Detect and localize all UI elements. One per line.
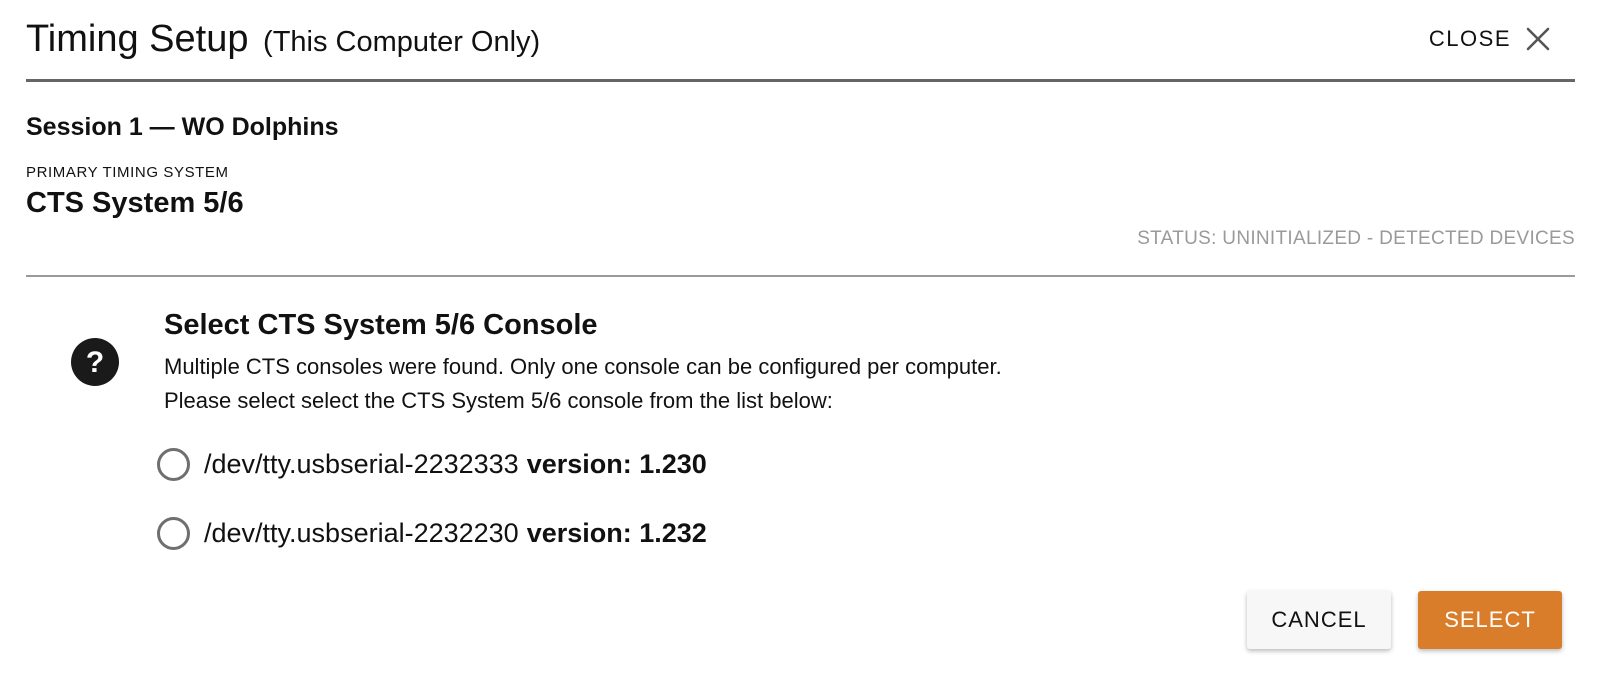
radio-button[interactable] (157, 447, 190, 481)
device-version: version: 1.232 (526, 517, 707, 548)
section-divider (26, 275, 1575, 277)
prompt-description-line-1: Multiple CTS consoles were found. Only o… (164, 354, 1002, 379)
dialog-title-text: Timing Setup (26, 18, 249, 60)
console-option-label: /dev/tty.usbserial-2232230 version: 1.232 (204, 518, 707, 549)
dialog-header: Timing Setup (This Computer Only) CLOSE (26, 0, 1575, 82)
console-option[interactable]: /dev/tty.usbserial-2232230 version: 1.232 (157, 513, 707, 553)
prompt-description-line-2: Please select select the CTS System 5/6 … (164, 388, 833, 413)
close-icon[interactable] (1523, 24, 1553, 54)
device-path: /dev/tty.usbserial-2232333 (204, 448, 519, 479)
timing-system-name: CTS System 5/6 (26, 187, 244, 219)
status-text: STATUS: UNINITIALIZED - DETECTED DEVICES (1137, 228, 1575, 249)
close-label: CLOSE (1428, 26, 1511, 51)
primary-timing-caption: PRIMARY TIMING SYSTEM (26, 164, 229, 181)
select-button[interactable]: SELECT (1418, 591, 1562, 649)
dialog-title: Timing Setup (This Computer Only) (26, 18, 540, 61)
console-option[interactable]: /dev/tty.usbserial-2232333 version: 1.230 (157, 444, 707, 484)
timing-setup-dialog: Timing Setup (This Computer Only) CLOSE … (0, 0, 1600, 678)
session-title: Session 1 — WO Dolphins (26, 113, 339, 141)
device-version: version: 1.230 (526, 448, 707, 479)
device-path: /dev/tty.usbserial-2232230 (204, 517, 519, 548)
help-icon: ? (70, 337, 120, 387)
dialog-subtitle: (This Computer Only) (263, 26, 541, 58)
console-option-label: /dev/tty.usbserial-2232333 version: 1.230 (204, 449, 707, 480)
cancel-button[interactable]: CANCEL (1247, 591, 1391, 649)
radio-button[interactable] (157, 516, 190, 550)
close-button[interactable]: CLOSE (1429, 24, 1553, 54)
svg-text:?: ? (86, 346, 104, 379)
prompt-title: Select CTS System 5/6 Console (164, 309, 598, 341)
